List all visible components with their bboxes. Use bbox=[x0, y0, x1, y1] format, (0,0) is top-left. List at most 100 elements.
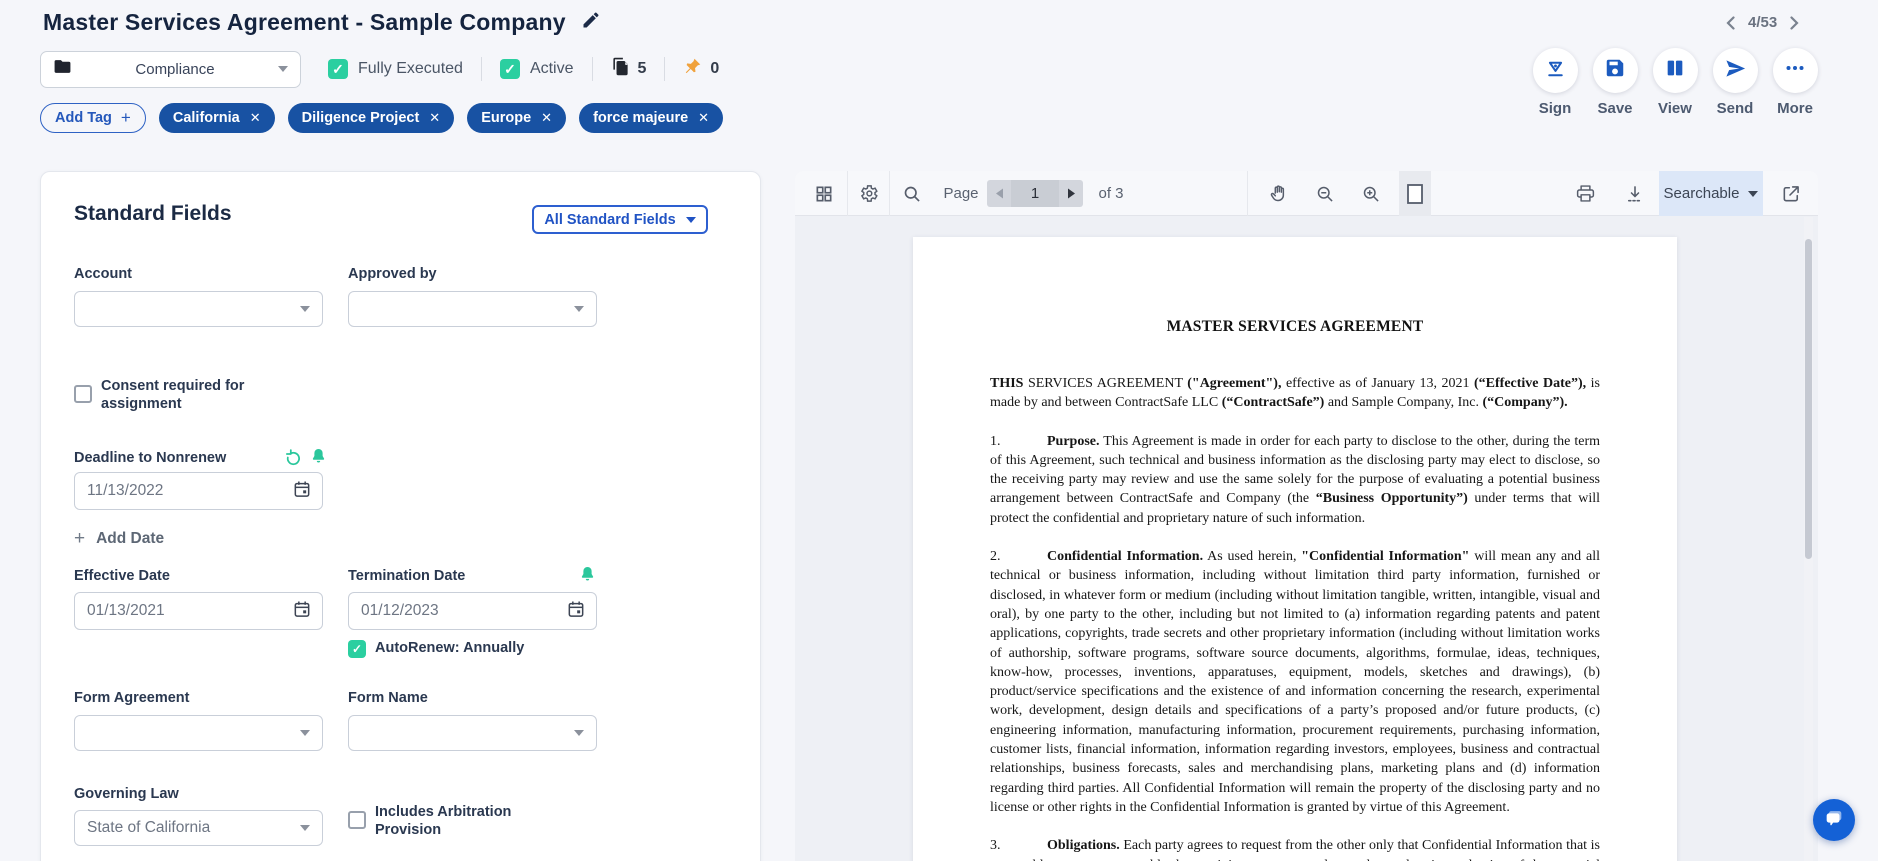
chevron-down-icon bbox=[1748, 190, 1759, 197]
tag-close-icon[interactable]: ✕ bbox=[250, 110, 261, 126]
contract-page: Master Services Agreement - Sample Compa… bbox=[0, 0, 1878, 861]
view-columns-icon bbox=[1664, 57, 1686, 84]
tag-close-icon[interactable]: ✕ bbox=[541, 110, 552, 126]
pinned-count[interactable]: 0 bbox=[683, 57, 719, 81]
bell-icon[interactable] bbox=[309, 447, 328, 471]
zoom-in-icon[interactable] bbox=[1353, 171, 1389, 216]
form-name-label: Form Name bbox=[348, 690, 428, 706]
download-icon[interactable] bbox=[1617, 171, 1653, 216]
unchecked-checkbox-icon bbox=[74, 385, 92, 403]
autorenew-checkbox[interactable]: ✓ AutoRenew: Annually bbox=[348, 640, 524, 658]
panel-title: Standard Fields bbox=[74, 202, 232, 225]
chevron-down-icon bbox=[685, 216, 696, 223]
add-date-button[interactable]: + Add Date bbox=[74, 528, 164, 550]
pdf-viewer: Page 1 of 3 Searchable MASTER SERVICES A… bbox=[795, 171, 1818, 861]
fully-executed-checkbox[interactable]: ✓ Fully Executed bbox=[328, 59, 463, 79]
pdf-toolbar: Page 1 of 3 Searchable bbox=[795, 171, 1818, 216]
tag[interactable]: Diligence Project ✕ bbox=[287, 103, 455, 133]
form-name-select[interactable] bbox=[348, 715, 597, 751]
chat-launcher-button[interactable] bbox=[1813, 799, 1855, 841]
divider bbox=[1247, 171, 1248, 216]
settings-gear-icon[interactable] bbox=[851, 171, 885, 216]
edit-title-icon[interactable] bbox=[581, 10, 601, 35]
divider bbox=[591, 57, 593, 81]
more-button[interactable]: More bbox=[1771, 48, 1819, 117]
divider bbox=[889, 171, 890, 216]
folder-select[interactable]: Compliance bbox=[40, 50, 301, 88]
deadline-date-input[interactable]: 11/13/2022 bbox=[74, 472, 323, 510]
next-page-button[interactable] bbox=[1059, 180, 1083, 207]
consent-checkbox[interactable]: Consent required for assignment bbox=[74, 378, 274, 414]
form-agreement-label: Form Agreement bbox=[74, 690, 190, 706]
pdf-page[interactable]: MASTER SERVICES AGREEMENT THIS SERVICES … bbox=[913, 237, 1677, 861]
prev-record-icon[interactable] bbox=[1726, 15, 1735, 30]
bell-icon[interactable] bbox=[578, 565, 597, 589]
tag[interactable]: force majeure ✕ bbox=[579, 103, 724, 133]
thumbnails-grid-icon[interactable] bbox=[807, 171, 841, 216]
open-external-icon[interactable] bbox=[1773, 171, 1809, 216]
pushpin-icon bbox=[683, 57, 702, 81]
fields-filter-button[interactable]: All Standard Fields bbox=[532, 205, 708, 234]
copies-count[interactable]: 5 bbox=[611, 57, 646, 81]
sign-button[interactable]: Sign bbox=[1531, 48, 1579, 117]
effective-date-label: Effective Date bbox=[74, 568, 170, 584]
approved-by-select[interactable] bbox=[348, 291, 597, 327]
send-button[interactable]: Send bbox=[1711, 48, 1759, 117]
prev-page-button[interactable] bbox=[987, 180, 1011, 207]
form-agreement-select[interactable] bbox=[74, 715, 323, 751]
chevron-down-icon bbox=[300, 825, 310, 831]
standard-fields-panel: Standard Fields All Standard Fields Acco… bbox=[40, 171, 761, 861]
send-icon bbox=[1724, 57, 1747, 85]
tag-row: Add Tag + California ✕ Diligence Project ✕ E… bbox=[40, 103, 724, 133]
document-paragraph: THIS SERVICES AGREEMENT ("Agreement"), e… bbox=[990, 376, 1601, 411]
governing-law-label: Governing Law bbox=[74, 786, 179, 802]
next-record-icon[interactable] bbox=[1790, 15, 1799, 30]
folder-icon bbox=[53, 57, 72, 81]
record-pager: 4/53 bbox=[1726, 14, 1799, 31]
plus-icon: + bbox=[120, 108, 131, 127]
calendar-icon[interactable] bbox=[566, 599, 586, 624]
fit-page-icon[interactable] bbox=[1399, 171, 1431, 216]
effective-date-input[interactable]: 01/13/2021 bbox=[74, 592, 323, 630]
view-button[interactable]: View bbox=[1651, 48, 1699, 117]
document-paragraph: 3. Obligations. Each party agrees to requ… bbox=[990, 838, 1600, 861]
deadline-label: Deadline to Nonrenew bbox=[74, 450, 227, 466]
governing-law-select[interactable]: State of California bbox=[74, 810, 323, 846]
plus-icon: + bbox=[74, 528, 86, 549]
searchable-dropdown[interactable]: Searchable bbox=[1659, 171, 1763, 216]
page-number-input[interactable]: 1 bbox=[1011, 180, 1059, 207]
hand-pan-icon[interactable] bbox=[1261, 171, 1297, 216]
active-checkbox[interactable]: ✓ Active bbox=[499, 59, 574, 79]
zoom-out-icon[interactable] bbox=[1307, 171, 1343, 216]
tag-label: force majeure bbox=[593, 110, 689, 126]
pdf-scrollbar[interactable] bbox=[1804, 217, 1813, 861]
reset-date-icon[interactable] bbox=[284, 448, 303, 472]
search-icon[interactable] bbox=[895, 171, 929, 216]
copy-pages-icon bbox=[611, 57, 630, 81]
tag-label: Diligence Project bbox=[301, 110, 420, 126]
tag[interactable]: California ✕ bbox=[158, 103, 275, 133]
add-tag-button[interactable]: Add Tag + bbox=[40, 103, 146, 133]
page-title: Master Services Agreement - Sample Compa… bbox=[43, 9, 566, 35]
chevron-down-icon bbox=[300, 306, 310, 312]
document-title: MASTER SERVICES AGREEMENT bbox=[1166, 318, 1424, 335]
page-total: of 3 bbox=[1098, 185, 1124, 202]
termination-date-input[interactable]: 01/12/2023 bbox=[348, 592, 597, 630]
print-icon[interactable] bbox=[1567, 171, 1603, 216]
arbitration-checkbox[interactable]: Includes Arbitration Provision bbox=[348, 804, 558, 840]
scrollbar-thumb[interactable] bbox=[1805, 239, 1812, 559]
tag-close-icon[interactable]: ✕ bbox=[698, 110, 709, 126]
document-paragraph: 2. Confidential Information. As used here… bbox=[990, 549, 1600, 815]
tag-label: California bbox=[172, 110, 240, 126]
tag-label: Europe bbox=[481, 110, 532, 126]
chevron-down-icon bbox=[574, 730, 584, 736]
account-select[interactable] bbox=[74, 291, 323, 327]
save-button[interactable]: Save bbox=[1591, 48, 1639, 117]
document-body: THIS SERVICES AGREEMENT ("Agreement"), e… bbox=[990, 374, 1600, 861]
calendar-icon[interactable] bbox=[292, 599, 312, 624]
tag-close-icon[interactable]: ✕ bbox=[429, 110, 440, 126]
divider bbox=[664, 57, 666, 81]
chevron-down-icon bbox=[278, 66, 288, 72]
calendar-icon[interactable] bbox=[292, 479, 312, 504]
tag[interactable]: Europe ✕ bbox=[467, 103, 567, 133]
